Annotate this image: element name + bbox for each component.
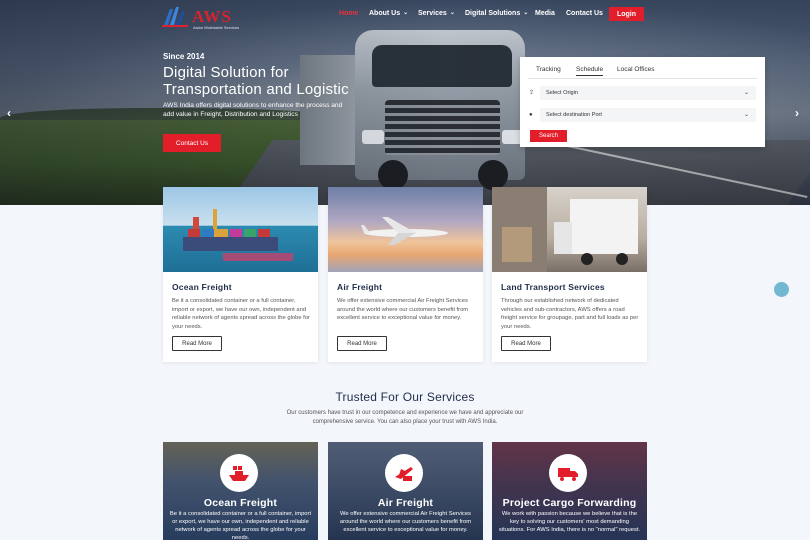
nav-digital-solutions-label: Digital Solutions bbox=[465, 10, 521, 17]
chevron-down-icon: ⌄ bbox=[449, 10, 455, 16]
service-card-text: We offer extensive commercial Air Freigh… bbox=[337, 298, 469, 322]
hero-contact-button[interactable]: Contact Us bbox=[163, 134, 221, 152]
service-card-ocean: Ocean Freight Be it a consolidated conta… bbox=[163, 187, 318, 362]
slider-prev-arrow-icon[interactable]: ‹ bbox=[7, 106, 11, 120]
nav-media-label: Media bbox=[535, 10, 555, 17]
chevron-down-icon: ⌄ bbox=[523, 10, 529, 16]
ship-icon bbox=[220, 454, 258, 492]
service-card-text: Through our established network of dedic… bbox=[501, 298, 639, 330]
nav-about-us[interactable]: About Us ⌄ bbox=[369, 10, 408, 17]
trusted-description: Our customers have trust in our competen… bbox=[286, 410, 524, 425]
nav-contact-us[interactable]: Contact Us bbox=[566, 10, 603, 17]
destination-select-value: Select destination Port bbox=[546, 112, 602, 118]
chevron-down-icon: ⌄ bbox=[743, 90, 749, 96]
service-card-title: Land Transport Services bbox=[501, 282, 605, 292]
logo-mark-icon bbox=[162, 7, 188, 27]
nav-home-label: Home bbox=[339, 10, 359, 17]
air-freight-image bbox=[328, 187, 483, 272]
hero-description: AWS India offers digital solutions to en… bbox=[163, 102, 343, 118]
trusted-title: Trusted For Our Services bbox=[335, 390, 475, 404]
read-more-button[interactable]: Read More bbox=[501, 336, 551, 351]
nav-contact-us-label: Contact Us bbox=[566, 10, 603, 17]
service-card-land: Land Transport Services Through our esta… bbox=[492, 187, 647, 362]
trusted-card-air[interactable]: Air Freight We offer extensive commercia… bbox=[328, 442, 483, 540]
slider-next-arrow-icon[interactable]: › bbox=[795, 106, 799, 120]
nav-services[interactable]: Services ⌄ bbox=[418, 10, 455, 17]
tab-tracking[interactable]: Tracking bbox=[536, 66, 561, 73]
hero-since: Since 2014 bbox=[163, 52, 205, 61]
logo-tagline: Asian Worldwide Services bbox=[193, 25, 240, 30]
service-card-air: Air Freight We offer extensive commercia… bbox=[328, 187, 483, 362]
plane-icon bbox=[385, 454, 423, 492]
destination-select[interactable]: Select destination Port ⌄ bbox=[540, 108, 756, 122]
trusted-card-project-cargo[interactable]: Project Cargo Forwarding We work with pa… bbox=[492, 442, 647, 540]
nav-media[interactable]: Media bbox=[535, 10, 555, 17]
ocean-freight-image bbox=[163, 187, 318, 272]
logo[interactable]: AWS Asian Worldwide Services bbox=[162, 5, 242, 31]
service-card-title: Air Freight bbox=[337, 282, 383, 292]
read-more-button[interactable]: Read More bbox=[337, 336, 387, 351]
tracking-panel: Tracking Schedule Local Offices ⇪ Select… bbox=[520, 57, 765, 147]
origin-select-value: Select Origin bbox=[546, 90, 579, 96]
trusted-card-ocean[interactable]: Ocean Freight Be it a consolidated conta… bbox=[163, 442, 318, 540]
hero-title: Digital Solution for Transportation and … bbox=[163, 64, 383, 98]
trusted-card-title: Air Freight bbox=[377, 497, 434, 509]
tab-divider bbox=[528, 78, 757, 79]
nav-home[interactable]: Home bbox=[339, 10, 358, 17]
tab-local-offices[interactable]: Local Offices bbox=[617, 66, 654, 73]
login-button[interactable]: Login bbox=[609, 7, 644, 21]
nav-digital-solutions[interactable]: Digital Solutions ⌄ bbox=[465, 10, 528, 17]
truck-icon bbox=[549, 454, 587, 492]
service-card-text: Be it a consolidated container or a full… bbox=[172, 298, 310, 330]
search-button[interactable]: Search bbox=[530, 130, 567, 142]
trusted-card-title: Project Cargo Forwarding bbox=[502, 497, 637, 509]
hero-title-line1: Digital Solution for bbox=[163, 64, 289, 81]
nav-services-label: Services bbox=[418, 10, 447, 17]
location-pin-icon: ● bbox=[529, 112, 533, 118]
logo-text: AWS bbox=[192, 7, 232, 26]
trusted-card-title: Ocean Freight bbox=[203, 497, 278, 509]
trusted-card-text: We work with passion because we believe … bbox=[498, 511, 641, 533]
upload-icon: ⇪ bbox=[529, 90, 535, 96]
read-more-button[interactable]: Read More bbox=[172, 336, 222, 351]
service-card-title: Ocean Freight bbox=[172, 282, 232, 292]
chevron-down-icon: ⌄ bbox=[403, 10, 409, 16]
chevron-down-icon: ⌄ bbox=[743, 112, 749, 118]
origin-select[interactable]: Select Origin ⌄ bbox=[540, 86, 756, 100]
chat-bubble-icon[interactable] bbox=[774, 282, 789, 297]
nav-about-us-label: About Us bbox=[369, 10, 401, 17]
tab-schedule[interactable]: Schedule bbox=[576, 66, 604, 76]
land-transport-image bbox=[492, 187, 647, 272]
trusted-card-text: Be it a consolidated container or a full… bbox=[169, 511, 312, 540]
hero-title-line2: Transportation and Logistic bbox=[163, 81, 349, 98]
trusted-card-text: We offer extensive commercial Air Freigh… bbox=[339, 511, 472, 533]
